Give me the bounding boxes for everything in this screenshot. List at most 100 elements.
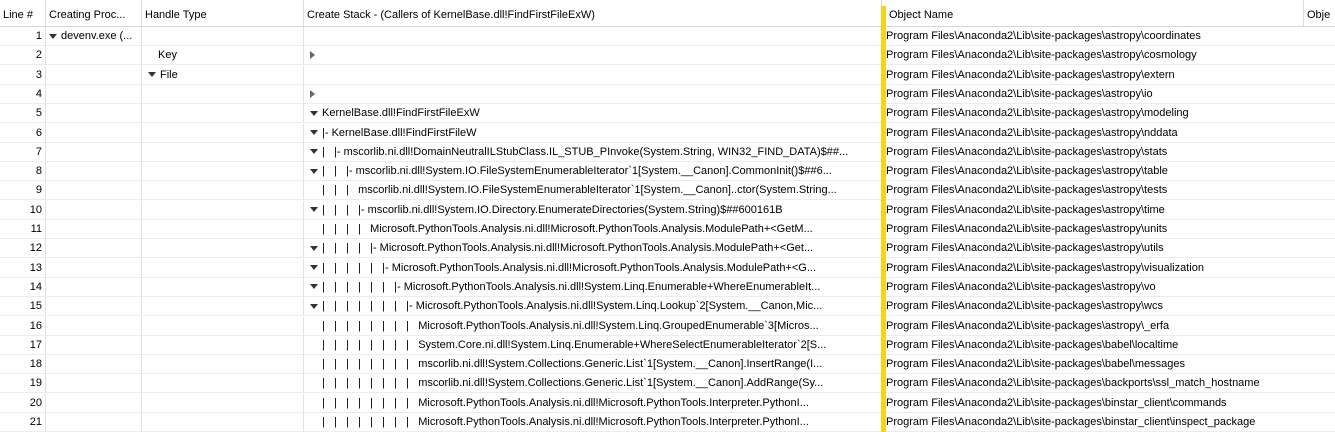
- cell-line-number: 6: [0, 123, 46, 143]
- cell-process: [46, 277, 142, 297]
- cell-object-name: Program Files\Anaconda2\Lib\site-package…: [882, 394, 1335, 413]
- cell-process: [46, 335, 142, 355]
- cell-process: [46, 123, 142, 143]
- cell-handle-type: [142, 413, 304, 432]
- process-name: devenv.exe (...: [61, 30, 133, 42]
- cell-process: [46, 84, 142, 104]
- cell-object-name: Program Files\Anaconda2\Lib\site-package…: [882, 220, 1335, 239]
- table-row[interactable]: 20 | | | | | | | | Microsoft.PythonTools.…: [0, 393, 1335, 413]
- expand-icon[interactable]: [310, 51, 315, 60]
- cell-process: [46, 374, 142, 394]
- cell-create-stack: KernelBase.dll!FindFirstFileExW: [304, 104, 882, 124]
- expand-collapse-icon[interactable]: [310, 265, 318, 271]
- cell-handle-type: [142, 123, 304, 143]
- cell-line-number: 15: [0, 297, 46, 317]
- table-row[interactable]: 15 | | | | | | | |- Microsoft.PythonTools…: [0, 297, 1335, 317]
- stack-frame-text: | | | | | | | | Microsoft.PythonTools.An…: [322, 396, 809, 409]
- cell-handle-type: [142, 355, 304, 375]
- expand-collapse-icon[interactable]: [148, 72, 156, 78]
- handle-type-label: Key: [158, 49, 177, 62]
- column-header-process[interactable]: Creating Proc...: [46, 0, 142, 26]
- cell-object-name: Program Files\Anaconda2\Lib\site-package…: [882, 181, 1335, 201]
- table-row[interactable]: 4 Program Files\Anaconda2\Lib\site-packag…: [0, 84, 1335, 104]
- cell-line-number: 10: [0, 200, 46, 220]
- cell-create-stack: | | | | Microsoft.PythonTools.Analysis.n…: [304, 220, 882, 239]
- table-row[interactable]: 17 | | | | | | | | System.Core.ni.dll!Sys…: [0, 335, 1335, 355]
- table-row[interactable]: 1 devenv.exe (... Program Files\Anaconda2\…: [0, 27, 1335, 46]
- table-row[interactable]: 19 | | | | | | | | mscorlib.ni.dll!System…: [0, 374, 1335, 394]
- cell-create-stack: | | |- mscorlib.ni.dll!System.IO.FileSys…: [304, 162, 882, 182]
- stack-frame-text: | | | | | | | | mscorlib.ni.dll!System.C…: [322, 377, 824, 390]
- stack-frame-text: | | | mscorlib.ni.dll!System.IO.FileSyst…: [322, 184, 837, 197]
- table-row[interactable]: 10 | | | |- mscorlib.ni.dll!System.IO.Dir…: [0, 200, 1335, 220]
- table-row[interactable]: 14 | | | | | | |- Microsoft.PythonTools.A…: [0, 277, 1335, 297]
- expand-collapse-icon[interactable]: [49, 33, 57, 39]
- column-header-object-name[interactable]: Object Name: [886, 0, 1304, 26]
- cell-create-stack: | | | | | |- Microsoft.PythonTools.Analy…: [304, 258, 882, 278]
- table-row[interactable]: 2 Key Program Files\Anaconda2\Lib\site-pac…: [0, 46, 1335, 66]
- column-header-stack[interactable]: Create Stack - (Callers of KernelBase.dl…: [304, 0, 882, 26]
- cell-handle-type: [142, 258, 304, 278]
- expand-icon[interactable]: [310, 89, 315, 98]
- cell-process: [46, 142, 142, 162]
- column-header-handle-type[interactable]: Handle Type: [142, 0, 304, 26]
- cell-object-name: Program Files\Anaconda2\Lib\site-package…: [882, 143, 1335, 162]
- cell-handle-type: [142, 104, 304, 124]
- expand-collapse-icon[interactable]: [310, 284, 318, 290]
- table-row[interactable]: 16 | | | | | | | | Microsoft.PythonTools.…: [0, 316, 1335, 336]
- cell-create-stack: | |- mscorlib.ni.dll!DomainNeutralILStub…: [304, 142, 882, 162]
- handle-grid: Line # Creating Proc... Handle Type Crea…: [0, 0, 1335, 432]
- cell-object-name: Program Files\Anaconda2\Lib\site-package…: [882, 336, 1335, 355]
- cell-create-stack: |- KernelBase.dll!FindFirstFileW: [304, 123, 882, 143]
- stack-frame-text: | | | | | |- Microsoft.PythonTools.Analy…: [322, 261, 817, 274]
- cell-line-number: 13: [0, 258, 46, 278]
- table-row[interactable]: 21 | | | | | | | | Microsoft.PythonTools.…: [0, 413, 1335, 432]
- table-row[interactable]: 18 | | | | | | | | mscorlib.ni.dll!System…: [0, 355, 1335, 375]
- cell-line-number: 4: [0, 84, 46, 104]
- table-row[interactable]: 8 | | |- mscorlib.ni.dll!System.IO.FileSy…: [0, 162, 1335, 182]
- cell-create-stack: [304, 84, 882, 104]
- expand-collapse-icon[interactable]: [310, 130, 318, 136]
- cell-create-stack: [304, 65, 882, 85]
- table-row[interactable]: 7 | |- mscorlib.ni.dll!DomainNeutralILStu…: [0, 142, 1335, 162]
- column-header-row: Line # Creating Proc... Handle Type Crea…: [0, 0, 1335, 27]
- stack-frame-text: | | | | | | | |- Microsoft.PythonTools.A…: [322, 300, 823, 313]
- cell-line-number: 18: [0, 355, 46, 375]
- stack-frame-text: | | | | | | |- Microsoft.PythonTools.Ana…: [322, 280, 821, 293]
- cell-process: [46, 297, 142, 317]
- cell-line-number: 8: [0, 162, 46, 182]
- table-row[interactable]: 3 File Program Files\Anaconda2\Lib\site-pa…: [0, 65, 1335, 85]
- cell-handle-type: [142, 27, 304, 46]
- expand-collapse-icon[interactable]: [310, 245, 318, 251]
- cell-object-name: Program Files\Anaconda2\Lib\site-package…: [882, 374, 1335, 394]
- cell-handle-type: [142, 335, 304, 355]
- stack-frame-text: |- KernelBase.dll!FindFirstFileW: [322, 126, 477, 139]
- cell-process: [46, 104, 142, 124]
- table-row[interactable]: 11 | | | | Microsoft.PythonTools.Analysis…: [0, 220, 1335, 239]
- expand-collapse-icon[interactable]: [310, 207, 318, 213]
- cell-create-stack: | | | | | | |- Microsoft.PythonTools.Ana…: [304, 277, 882, 297]
- stack-frame-text: | | | | | | | | Microsoft.PythonTools.An…: [322, 416, 809, 428]
- table-row[interactable]: 9 | | | mscorlib.ni.dll!System.IO.FileSys…: [0, 181, 1335, 201]
- table-row[interactable]: 12 | | | | |- Microsoft.PythonTools.Analy…: [0, 239, 1335, 259]
- cell-object-name: Program Files\Anaconda2\Lib\site-package…: [882, 104, 1335, 124]
- cell-handle-type: [142, 239, 304, 259]
- expand-collapse-icon[interactable]: [310, 303, 318, 309]
- expand-collapse-icon[interactable]: [310, 110, 318, 116]
- column-header-extra[interactable]: Obje: [1304, 0, 1335, 26]
- cell-object-name: Program Files\Anaconda2\Lib\site-package…: [882, 355, 1335, 375]
- cell-create-stack: [304, 27, 882, 46]
- cell-process: [46, 413, 142, 432]
- expand-collapse-icon[interactable]: [310, 168, 318, 174]
- table-row[interactable]: 13 | | | | | |- Microsoft.PythonTools.Ana…: [0, 258, 1335, 278]
- cell-process: [46, 316, 142, 336]
- column-header-line[interactable]: Line #: [0, 0, 46, 26]
- cell-object-name: Program Files\Anaconda2\Lib\site-package…: [882, 259, 1335, 278]
- column-splitter[interactable]: [881, 6, 886, 432]
- cell-process: [46, 46, 142, 66]
- cell-create-stack: | | | | | | | | System.Core.ni.dll!Syste…: [304, 335, 882, 355]
- table-row[interactable]: 6 |- KernelBase.dll!FindFirstFileW Program…: [0, 123, 1335, 143]
- cell-handle-type: [142, 297, 304, 317]
- expand-collapse-icon[interactable]: [310, 149, 318, 155]
- table-row[interactable]: 5 KernelBase.dll!FindFirstFileExW Program …: [0, 104, 1335, 124]
